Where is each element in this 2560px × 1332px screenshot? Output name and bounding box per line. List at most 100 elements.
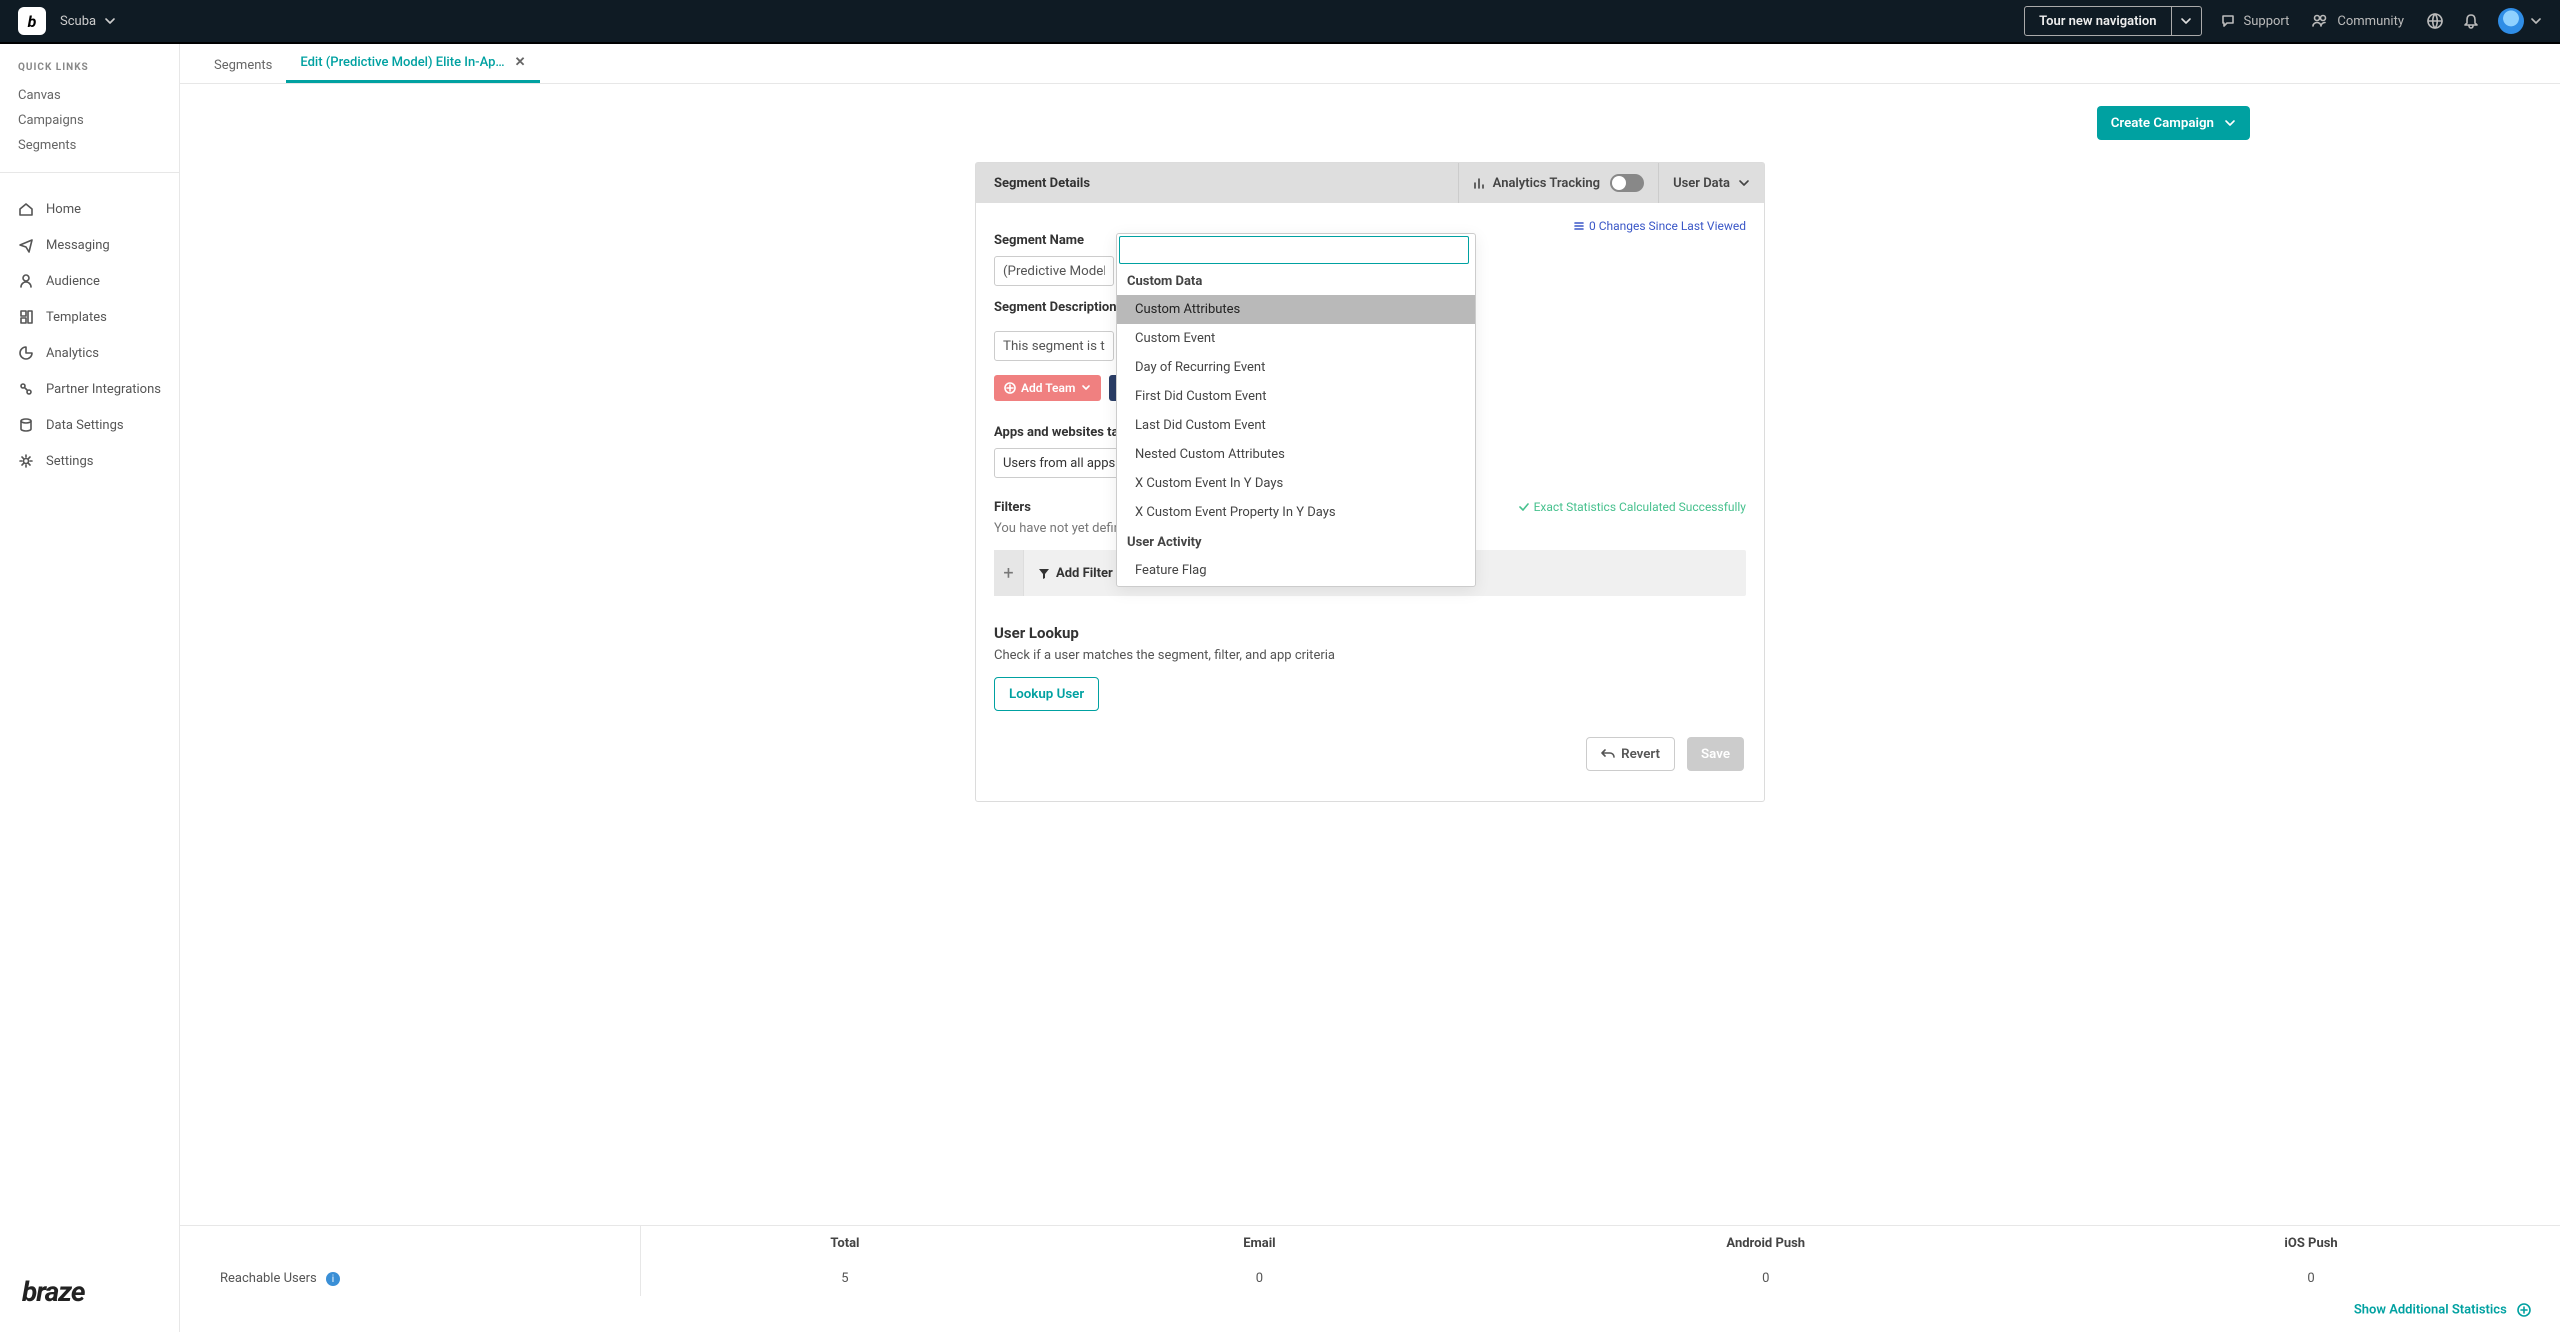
stats-col-android: Android Push bbox=[1469, 1226, 2062, 1261]
main: Segments Edit (Predictive Model) Elite I… bbox=[180, 44, 2560, 1332]
tab-segments[interactable]: Segments bbox=[200, 48, 286, 83]
tabs: Segments Edit (Predictive Model) Elite I… bbox=[180, 44, 2560, 84]
dropdown-item[interactable]: X Custom Event Property In Y Days bbox=[1117, 498, 1475, 527]
community-link[interactable]: Community bbox=[2311, 13, 2404, 29]
undo-icon bbox=[1601, 747, 1615, 761]
quick-links-heading: QUICK LINKS bbox=[18, 62, 161, 73]
stats-col-email: Email bbox=[1049, 1226, 1469, 1261]
sidebar-item-templates[interactable]: Templates bbox=[0, 299, 179, 335]
dropdown-group: Custom Data bbox=[1117, 266, 1475, 295]
lookup-user-button[interactable]: Lookup User bbox=[994, 677, 1099, 711]
stats-col-total: Total bbox=[640, 1226, 1049, 1261]
workspace-name: Scuba bbox=[60, 14, 96, 29]
quick-link-canvas[interactable]: Canvas bbox=[18, 83, 161, 108]
info-icon[interactable]: i bbox=[326, 1272, 340, 1286]
dropdown-item[interactable]: Last Did Custom Event bbox=[1117, 411, 1475, 440]
list-icon bbox=[1573, 220, 1585, 232]
tour-dropdown[interactable] bbox=[2171, 7, 2201, 35]
user-lookup-section: User Lookup Check if a user matches the … bbox=[994, 624, 1746, 711]
stats-android: 0 bbox=[1469, 1261, 2062, 1297]
sidebar-item-data[interactable]: Data Settings bbox=[0, 407, 179, 443]
create-campaign-button[interactable]: Create Campaign bbox=[2097, 106, 2250, 140]
quick-link-campaigns[interactable]: Campaigns bbox=[18, 108, 161, 133]
user-lookup-hint: Check if a user matches the segment, fil… bbox=[994, 648, 1746, 663]
dropdown-item[interactable]: Nested Custom Attributes bbox=[1117, 440, 1475, 469]
sidebar-item-partner[interactable]: Partner Integrations bbox=[0, 371, 179, 407]
dropdown-item[interactable]: Custom Attributes bbox=[1117, 295, 1475, 324]
segment-card: Segment Details Analytics Tracking User … bbox=[975, 162, 1765, 802]
user-icon bbox=[18, 273, 34, 289]
stats-ios: 0 bbox=[2062, 1261, 2560, 1297]
chevron-down-icon bbox=[1081, 383, 1091, 393]
chevron-down-icon bbox=[104, 15, 116, 27]
avatar bbox=[2498, 8, 2524, 34]
notifications-button[interactable] bbox=[2462, 12, 2480, 30]
globe-button[interactable] bbox=[2426, 12, 2444, 30]
filters-status: Exact Statistics Calculated Successfully bbox=[1518, 500, 1746, 514]
account-menu[interactable] bbox=[2498, 8, 2542, 34]
user-data-menu[interactable]: User Data bbox=[1658, 163, 1764, 203]
quick-link-segments[interactable]: Segments bbox=[18, 133, 161, 158]
card-header: Segment Details Analytics Tracking User … bbox=[976, 163, 1764, 203]
save-button: Save bbox=[1687, 737, 1744, 771]
stats-col-ios: iOS Push bbox=[2062, 1226, 2560, 1261]
plus-circle-icon bbox=[2516, 1302, 2532, 1318]
tour-button[interactable]: Tour new navigation bbox=[2024, 6, 2201, 36]
stats-total: 5 bbox=[640, 1261, 1049, 1297]
filter-dropdown: Custom DataCustom AttributesCustom Event… bbox=[1116, 233, 1476, 587]
tour-label: Tour new navigation bbox=[2025, 14, 2170, 29]
chat-icon bbox=[2220, 13, 2236, 29]
add-team-button[interactable]: Add Team bbox=[994, 375, 1101, 401]
database-icon bbox=[18, 417, 34, 433]
sidebar-item-analytics[interactable]: Analytics bbox=[0, 335, 179, 371]
dropdown-group: User Activity bbox=[1117, 527, 1475, 556]
dropdown-item[interactable]: First Made Purchase bbox=[1117, 585, 1475, 586]
plug-icon bbox=[18, 381, 34, 397]
chevron-down-icon bbox=[2180, 15, 2192, 27]
analytics-tracking-toggle[interactable]: Analytics Tracking bbox=[1458, 163, 1658, 203]
close-tab-button[interactable]: ✕ bbox=[515, 55, 526, 70]
support-link[interactable]: Support bbox=[2220, 13, 2290, 29]
chart-icon bbox=[18, 345, 34, 361]
top-nav: b Scuba Tour new navigation Support Comm… bbox=[0, 0, 2560, 44]
stats-email: 0 bbox=[1049, 1261, 1469, 1297]
filter-icon bbox=[1038, 567, 1050, 579]
sidebar-item-messaging[interactable]: Messaging bbox=[0, 227, 179, 263]
bell-icon bbox=[2462, 12, 2480, 30]
stats-row-label: Reachable Users bbox=[220, 1271, 317, 1286]
chevron-down-icon bbox=[1738, 177, 1750, 189]
dropdown-item[interactable]: X Custom Event In Y Days bbox=[1117, 469, 1475, 498]
sidebar-item-audience[interactable]: Audience bbox=[0, 263, 179, 299]
dropdown-item[interactable]: First Did Custom Event bbox=[1117, 382, 1475, 411]
check-icon bbox=[1518, 501, 1530, 513]
segment-desc-input[interactable] bbox=[994, 331, 1114, 361]
add-filter-plus[interactable]: + bbox=[994, 550, 1024, 596]
toggle-icon bbox=[1610, 174, 1644, 192]
people-icon bbox=[2311, 13, 2329, 29]
chevron-down-icon bbox=[2224, 117, 2236, 129]
sidebar-item-home[interactable]: Home bbox=[0, 191, 179, 227]
brand-wordmark: braze bbox=[22, 1275, 85, 1308]
show-more-stats[interactable]: Show Additional Statistics bbox=[180, 1296, 2560, 1332]
sidebar: QUICK LINKS Canvas Campaigns Segments Ho… bbox=[0, 44, 180, 1332]
revert-button[interactable]: Revert bbox=[1586, 737, 1675, 771]
dropdown-item[interactable]: Day of Recurring Event bbox=[1117, 353, 1475, 382]
user-lookup-title: User Lookup bbox=[994, 624, 1746, 642]
tab-edit-segment[interactable]: Edit (Predictive Model) Elite In-Ap… ✕ bbox=[286, 45, 539, 83]
home-icon bbox=[18, 201, 34, 217]
chevron-down-icon bbox=[2530, 15, 2542, 27]
add-filter-label: Add Filter bbox=[1024, 566, 1127, 581]
card-title: Segment Details bbox=[976, 176, 1458, 191]
app-logo[interactable]: b bbox=[18, 7, 46, 35]
stats-footer: Total Email Android Push iOS Push Reacha… bbox=[180, 1225, 2560, 1332]
dropdown-search-input[interactable] bbox=[1119, 236, 1469, 264]
gear-icon bbox=[18, 453, 34, 469]
changes-link[interactable]: 0 Changes Since Last Viewed bbox=[1573, 219, 1746, 233]
dropdown-item[interactable]: Feature Flag bbox=[1117, 556, 1475, 585]
workspace-switcher[interactable]: Scuba bbox=[60, 14, 116, 29]
send-icon bbox=[18, 237, 34, 253]
dropdown-item[interactable]: Custom Event bbox=[1117, 324, 1475, 353]
segment-name-input[interactable] bbox=[994, 256, 1114, 286]
sidebar-item-settings[interactable]: Settings bbox=[0, 443, 179, 479]
plus-circle-icon bbox=[1004, 382, 1016, 394]
